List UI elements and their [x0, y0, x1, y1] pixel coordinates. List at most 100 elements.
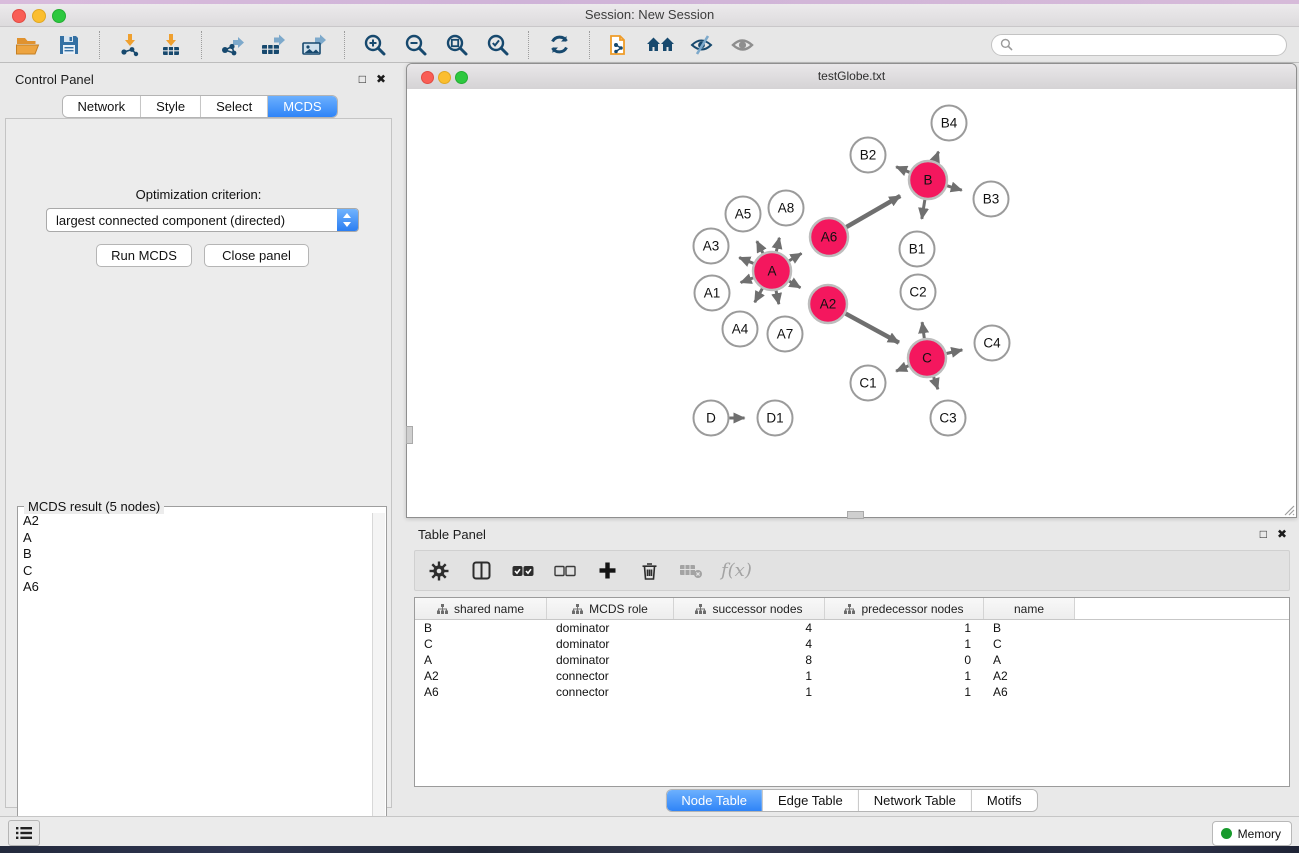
graph-node-A6[interactable]: A6	[810, 218, 848, 256]
graph-node-A4[interactable]: A4	[723, 312, 758, 347]
close-panel-button[interactable]: Close panel	[204, 244, 309, 267]
import-table-from-file-icon[interactable]	[155, 30, 187, 60]
graph-node-B3[interactable]: B3	[974, 182, 1009, 217]
graph-edge-A-A5[interactable]	[757, 241, 763, 253]
close-panel-icon[interactable]: ✖	[1277, 526, 1287, 542]
graph-node-A2[interactable]: A2	[809, 285, 847, 323]
mcds-result-item[interactable]: B	[23, 546, 372, 563]
graph-edge-A-A4[interactable]	[755, 289, 763, 303]
cell-MCDS-role[interactable]: connector	[547, 685, 674, 699]
export-network-icon[interactable]	[216, 30, 248, 60]
graph-edge-A2-C[interactable]	[846, 314, 899, 343]
cell-shared-name[interactable]: A6	[415, 685, 547, 699]
graph-node-B[interactable]: B	[909, 161, 947, 199]
refresh-icon[interactable]	[543, 30, 575, 60]
cell-successor-nodes[interactable]: 1	[674, 685, 825, 699]
create-column-icon[interactable]	[469, 559, 493, 583]
table-row[interactable]: A2connector11A2	[415, 668, 1289, 684]
float-panel-icon[interactable]: □	[1260, 526, 1267, 542]
graph-edge-A-A2[interactable]	[789, 281, 800, 288]
zoom-selected-icon[interactable]	[482, 30, 514, 60]
delete-selected-icon[interactable]	[637, 559, 661, 583]
mcds-result-item[interactable]: A	[23, 530, 372, 547]
graph-node-B4[interactable]: B4	[932, 106, 967, 141]
add-row-icon[interactable]	[595, 559, 619, 583]
column-header-predecessor-nodes[interactable]: predecessor nodes	[825, 598, 984, 619]
graph-node-C2[interactable]: C2	[901, 275, 936, 310]
task-history-button[interactable]	[8, 820, 40, 846]
table-row[interactable]: Cdominator41C	[415, 636, 1289, 652]
graph-edge-B-B4[interactable]	[935, 152, 939, 162]
graph-edge-A-A3[interactable]	[739, 258, 753, 264]
export-table-icon[interactable]	[257, 30, 289, 60]
show-all-icon[interactable]	[727, 30, 759, 60]
graph-edge-A-A6[interactable]	[789, 253, 801, 260]
tab-network[interactable]: Network	[62, 96, 140, 117]
splitter-handle-bottom[interactable]	[847, 511, 864, 519]
cell-predecessor-nodes[interactable]: 1	[825, 621, 984, 635]
mcds-result-item[interactable]: A2	[23, 513, 372, 530]
graph-edge-C-C1[interactable]	[896, 366, 909, 371]
graph-edge-A-A8[interactable]	[776, 238, 779, 252]
cell-MCDS-role[interactable]: dominator	[547, 621, 674, 635]
graph-node-B1[interactable]: B1	[900, 232, 935, 267]
tab-node-table[interactable]: Node Table	[666, 790, 762, 811]
mcds-result-list[interactable]: A2ABCA6	[19, 513, 372, 848]
graph-edge-C-C2[interactable]	[922, 322, 924, 338]
float-panel-icon[interactable]: □	[359, 71, 366, 87]
tab-edge-table[interactable]: Edge Table	[762, 790, 858, 811]
graph-node-D1[interactable]: D1	[758, 401, 793, 436]
first-neighbors-icon[interactable]	[645, 30, 677, 60]
node-table[interactable]: shared nameMCDS rolesuccessor nodesprede…	[414, 597, 1290, 787]
table-options-gear-icon[interactable]	[427, 559, 451, 583]
table-row[interactable]: Adominator80A	[415, 652, 1289, 668]
cell-successor-nodes[interactable]: 4	[674, 621, 825, 635]
graph-node-C4[interactable]: C4	[975, 326, 1010, 361]
graph-edge-C-C3[interactable]	[934, 377, 938, 389]
save-session-icon[interactable]	[53, 30, 85, 60]
cell-name[interactable]: B	[984, 621, 1075, 635]
select-all-rows-icon[interactable]	[511, 559, 535, 583]
graph-edge-A-A1[interactable]	[741, 278, 754, 283]
hide-selected-icon[interactable]	[686, 30, 718, 60]
cell-predecessor-nodes[interactable]: 1	[825, 685, 984, 699]
graph-node-A[interactable]: A	[753, 252, 791, 290]
cell-successor-nodes[interactable]: 8	[674, 653, 825, 667]
mcds-result-item[interactable]: A6	[23, 579, 372, 596]
optimization-criterion-select[interactable]: largest connected component (directed)	[46, 208, 359, 232]
cell-shared-name[interactable]: C	[415, 637, 547, 651]
splitter-handle-left[interactable]	[406, 426, 413, 444]
graph-edge-B-B1[interactable]	[922, 200, 925, 219]
graph-node-C3[interactable]: C3	[931, 401, 966, 436]
cell-successor-nodes[interactable]: 1	[674, 669, 825, 683]
run-mcds-button[interactable]: Run MCDS	[96, 244, 192, 267]
zoom-in-icon[interactable]	[359, 30, 391, 60]
table-row[interactable]: A6connector11A6	[415, 684, 1289, 700]
graph-node-A7[interactable]: A7	[768, 317, 803, 352]
cell-name[interactable]: A2	[984, 669, 1075, 683]
search-input[interactable]	[1018, 37, 1278, 53]
export-image-icon[interactable]	[298, 30, 330, 60]
cell-predecessor-nodes[interactable]: 1	[825, 637, 984, 651]
cell-name[interactable]: A6	[984, 685, 1075, 699]
network-window-titlebar[interactable]: testGlobe.txt	[407, 64, 1296, 90]
column-header-successor-nodes[interactable]: successor nodes	[674, 598, 825, 619]
mcds-result-scrollbar[interactable]	[372, 513, 385, 848]
memory-button[interactable]: Memory	[1212, 821, 1292, 846]
new-network-from-selection-icon[interactable]	[604, 30, 636, 60]
graph-node-C1[interactable]: C1	[851, 366, 886, 401]
graph-edge-A6-B[interactable]	[846, 196, 900, 227]
import-network-from-file-icon[interactable]	[114, 30, 146, 60]
window-resize-grip[interactable]	[1281, 502, 1295, 516]
tab-network-table[interactable]: Network Table	[858, 790, 971, 811]
zoom-out-icon[interactable]	[400, 30, 432, 60]
cell-successor-nodes[interactable]: 4	[674, 637, 825, 651]
search-field[interactable]	[991, 34, 1287, 56]
network-canvas[interactable]: AA1A2A3A4A5A6A7A8BB1B2B3B4CC1C2C3C4DD1	[407, 89, 1296, 517]
graph-node-D[interactable]: D	[694, 401, 729, 436]
cell-shared-name[interactable]: B	[415, 621, 547, 635]
cell-name[interactable]: A	[984, 653, 1075, 667]
cell-MCDS-role[interactable]: dominator	[547, 653, 674, 667]
tab-motifs[interactable]: Motifs	[971, 790, 1037, 811]
graph-node-A8[interactable]: A8	[769, 191, 804, 226]
